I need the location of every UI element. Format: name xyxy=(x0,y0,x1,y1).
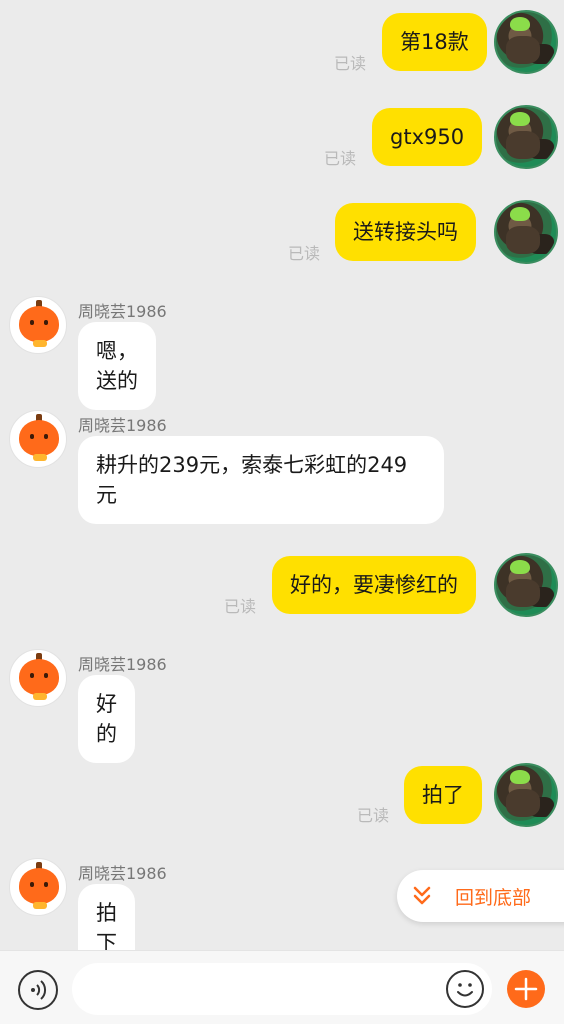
my-avatar[interactable] xyxy=(494,553,558,617)
my-avatar[interactable] xyxy=(494,10,558,74)
read-status: 已读 xyxy=(224,597,257,616)
message-bubble[interactable]: 拍了 xyxy=(404,766,482,824)
voice-icon xyxy=(31,980,47,1000)
read-status: 已读 xyxy=(357,806,390,825)
message-bubble[interactable]: 好的，要凄惨红的 xyxy=(272,556,476,614)
plus-icon xyxy=(514,977,538,1001)
emoji-button[interactable] xyxy=(446,970,484,1008)
contact-name: 周晓芸1986 xyxy=(78,302,167,321)
message-bubble[interactable]: gtx950 xyxy=(372,108,483,166)
chat-area: 已读 第18款 已读 gtx950 已读 送转接头吗 周晓芸1986 嗯，送的 xyxy=(0,0,564,1024)
pumpkin-icon xyxy=(19,659,59,695)
message-bubble[interactable]: 耕升的239元，索泰七彩虹的249元 xyxy=(78,436,444,524)
my-avatar[interactable] xyxy=(494,105,558,169)
read-status: 已读 xyxy=(334,54,367,73)
read-status: 已读 xyxy=(288,244,321,263)
contact-name: 周晓芸1986 xyxy=(78,864,167,883)
contact-avatar[interactable] xyxy=(9,649,67,707)
message-bubble[interactable]: 送转接头吗 xyxy=(335,203,476,261)
message-bubble[interactable]: 第18款 xyxy=(382,13,487,71)
emoji-icon xyxy=(457,983,473,997)
my-avatar[interactable] xyxy=(494,763,558,827)
contact-name: 周晓芸1986 xyxy=(78,655,167,674)
pumpkin-icon xyxy=(19,420,59,456)
contact-avatar[interactable] xyxy=(9,296,67,354)
message-bubble[interactable]: 嗯，送的 xyxy=(78,322,156,410)
contact-name: 周晓芸1986 xyxy=(78,416,167,435)
plus-button[interactable] xyxy=(507,970,545,1008)
pumpkin-icon xyxy=(19,306,59,342)
contact-avatar[interactable] xyxy=(9,858,67,916)
message-input[interactable] xyxy=(72,963,492,1015)
double-chevron-down-icon xyxy=(413,886,431,905)
contact-avatar[interactable] xyxy=(9,410,67,468)
my-avatar[interactable] xyxy=(494,200,558,264)
input-bar xyxy=(0,950,564,1024)
back-to-bottom-label: 回到底部 xyxy=(455,886,532,909)
read-status: 已读 xyxy=(324,149,357,168)
message-bubble[interactable]: 好的 xyxy=(78,675,135,763)
pumpkin-icon xyxy=(19,868,59,904)
back-to-bottom-button[interactable]: 回到底部 xyxy=(397,870,564,922)
voice-button[interactable] xyxy=(18,970,58,1010)
